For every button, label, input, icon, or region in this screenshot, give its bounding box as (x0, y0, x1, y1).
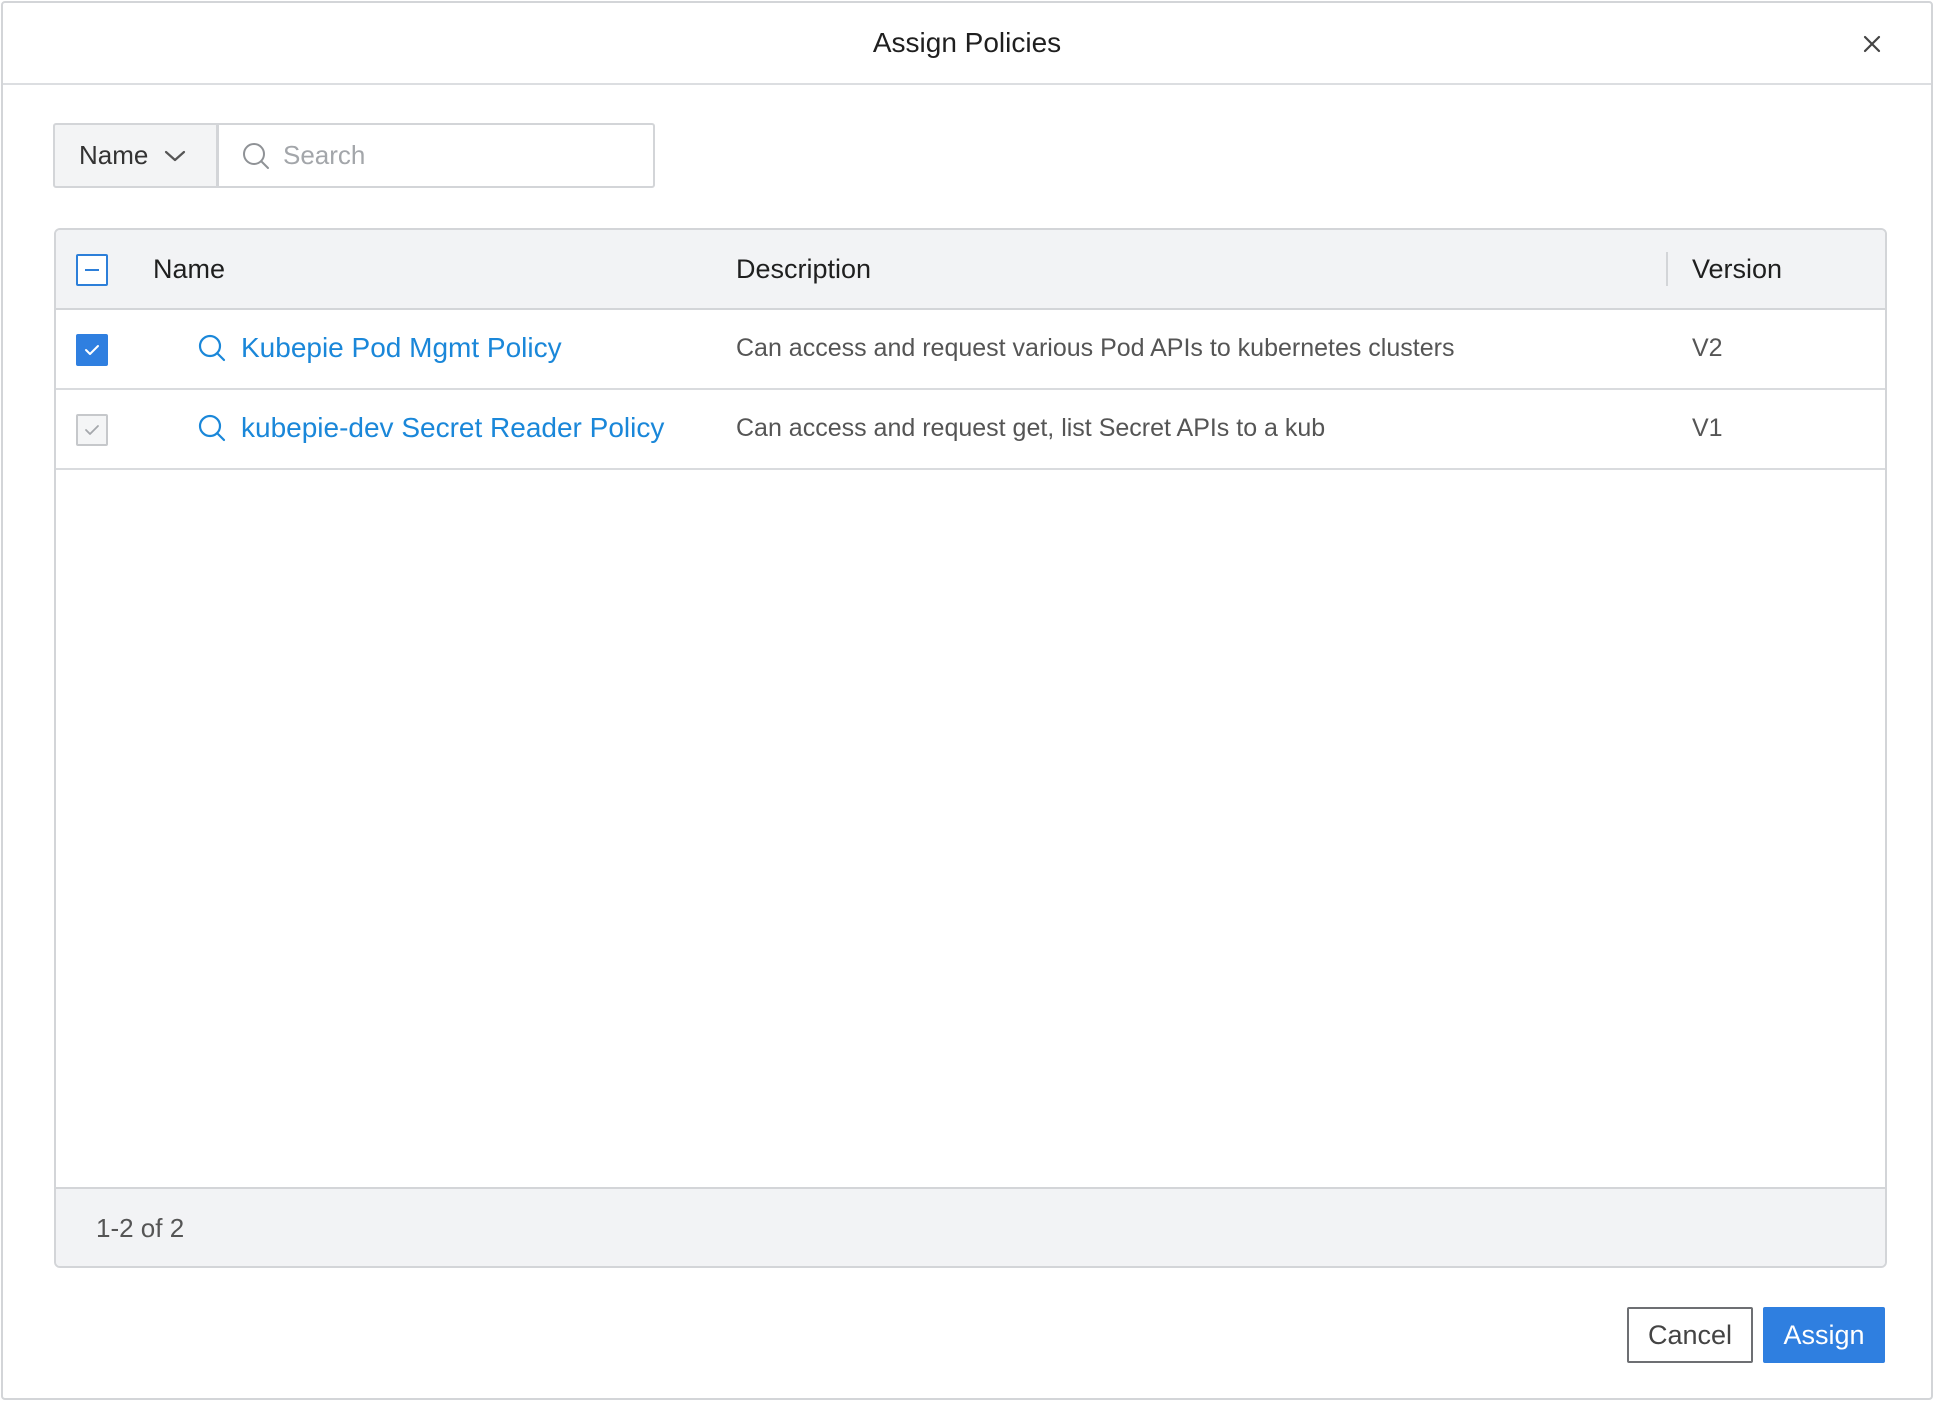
table-row[interactable]: kubepie-dev Secret Reader Policy Can acc… (56, 390, 1885, 470)
table-header: Name Description Version (56, 230, 1885, 310)
row-checkbox[interactable] (76, 334, 108, 366)
column-header-version[interactable]: Version (1692, 254, 1782, 285)
policies-table: Name Description Version Kubepie Pod Mgm… (54, 228, 1887, 1268)
checkmark-icon (85, 345, 99, 355)
assign-button[interactable]: Assign (1763, 1307, 1885, 1363)
close-icon (1863, 35, 1881, 53)
dialog-header: Assign Policies (3, 3, 1931, 85)
minus-icon (85, 269, 99, 271)
pagination-count: 1-2 of 2 (96, 1213, 185, 1243)
column-resize-handle[interactable] (1666, 252, 1668, 286)
policy-name: kubepie-dev Secret Reader Policy (241, 412, 665, 443)
search-icon (198, 414, 226, 442)
search-icon (198, 334, 226, 362)
search-input[interactable] (283, 140, 643, 171)
row-checkbox-disabled (76, 414, 108, 446)
filter-field-dropdown[interactable]: Name (53, 123, 217, 188)
column-header-name[interactable]: Name (153, 254, 225, 285)
policy-description: Can access and request get, list Secret … (736, 414, 1326, 442)
assign-policies-dialog: Assign Policies Name Name D (1, 1, 1933, 1400)
checkmark-icon (85, 425, 99, 435)
policy-name-link[interactable]: kubepie-dev Secret Reader Policy (197, 412, 664, 444)
policy-name-link[interactable]: Kubepie Pod Mgmt Policy (197, 332, 562, 364)
column-header-description[interactable]: Description (736, 254, 871, 285)
cancel-button[interactable]: Cancel (1627, 1307, 1753, 1363)
table-footer: 1-2 of 2 (56, 1187, 1885, 1266)
policy-version: V2 (1692, 334, 1723, 362)
search-box (217, 123, 655, 188)
dialog-title: Assign Policies (872, 27, 1062, 58)
policy-name: Kubepie Pod Mgmt Policy (241, 332, 562, 363)
select-all-checkbox[interactable] (76, 254, 108, 286)
filter-field-label: Name (79, 140, 149, 170)
table-row[interactable]: Kubepie Pod Mgmt Policy Can access and r… (56, 310, 1885, 390)
policy-description: Can access and request various Pod APIs … (736, 334, 1455, 362)
policy-version: V1 (1692, 414, 1723, 442)
chevron-down-icon (165, 150, 186, 161)
search-icon (243, 142, 269, 169)
close-button[interactable] (1857, 29, 1887, 59)
